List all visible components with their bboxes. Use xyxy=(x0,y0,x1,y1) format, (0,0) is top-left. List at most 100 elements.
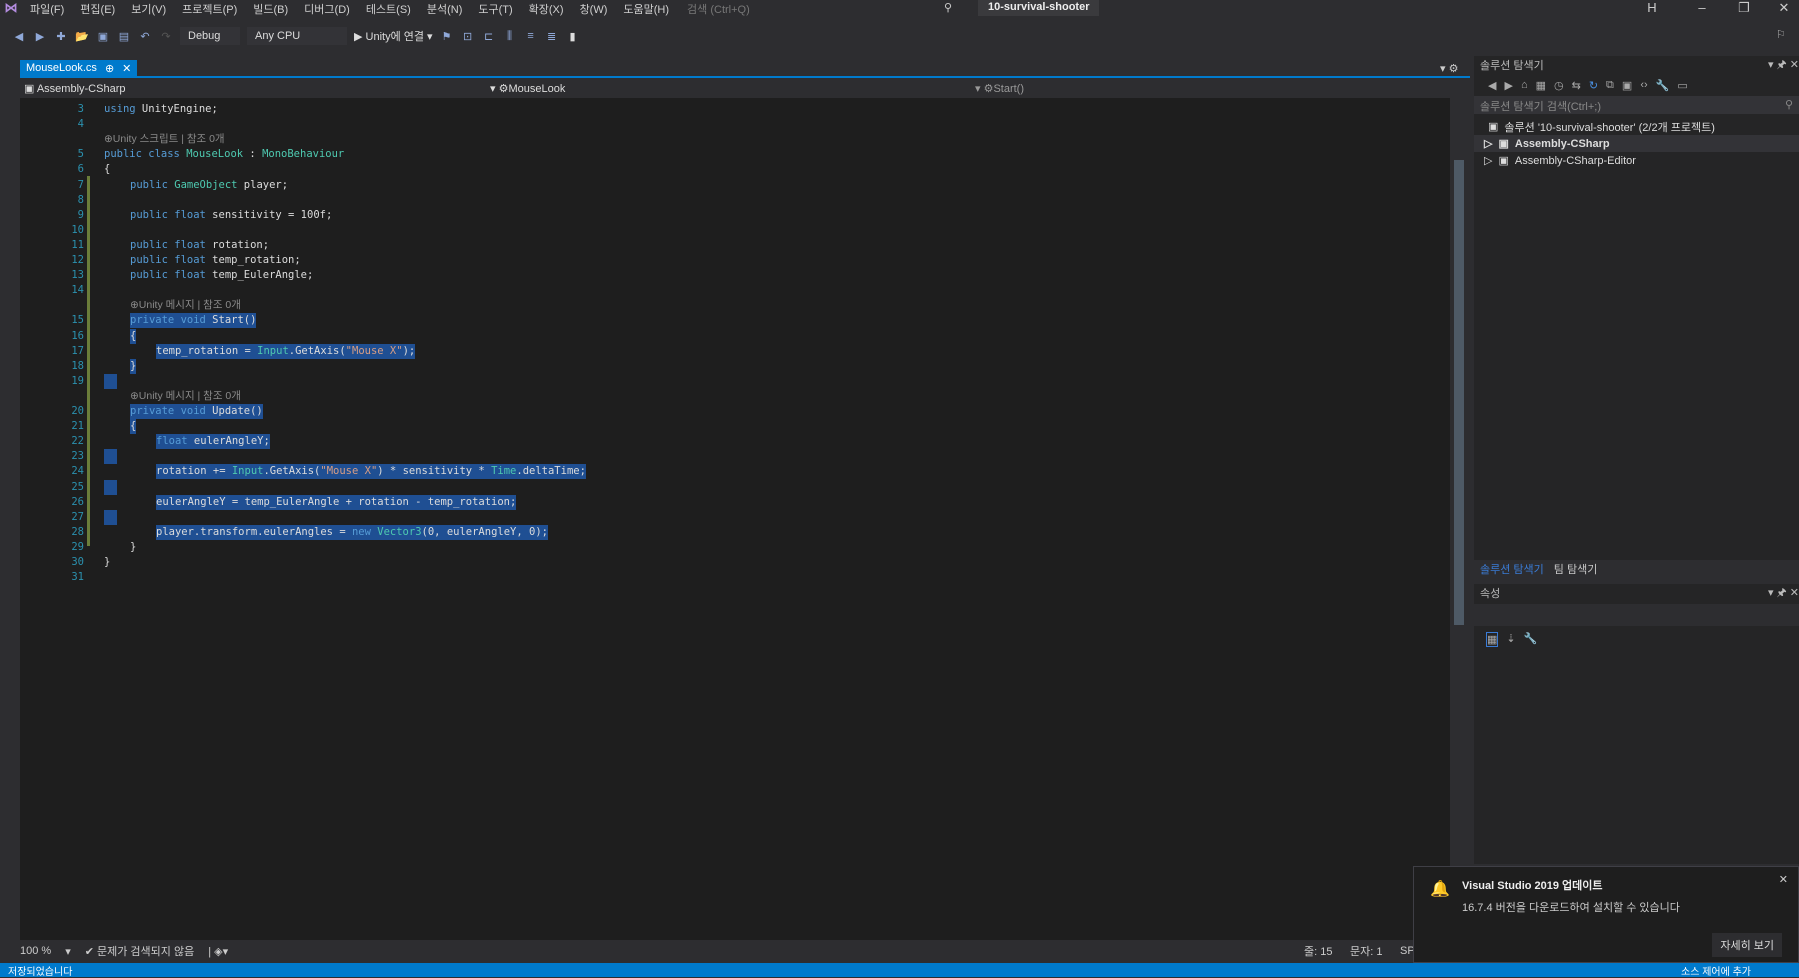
properties-object-select[interactable] xyxy=(1474,604,1799,626)
details-button[interactable]: 자세히 보기 xyxy=(1712,933,1782,957)
close-notification-icon[interactable]: ✕ xyxy=(1779,873,1788,886)
search-icon[interactable]: ⚲ xyxy=(1785,98,1793,111)
menu-test[interactable]: 테스트(S) xyxy=(366,1,411,17)
code-token: ); xyxy=(402,344,416,357)
scrollbar-thumb[interactable] xyxy=(1454,160,1464,625)
class-dropdown[interactable]: ▾ ⚙MouseLook xyxy=(490,82,565,95)
redo-icon[interactable]: ↷ xyxy=(159,30,173,43)
expand-icon[interactable]: ▷ xyxy=(1484,137,1492,150)
toolbar-icon[interactable]: ⚑ xyxy=(440,30,454,43)
refresh-icon[interactable]: ↻ xyxy=(1589,79,1598,92)
menu-tools[interactable]: 도구(T) xyxy=(478,1,512,17)
tree-item-project[interactable]: ▷ ▣ Assembly-CSharp-Editor xyxy=(1474,152,1799,169)
code-token: float xyxy=(156,435,188,448)
menu-extensions[interactable]: 확장(X) xyxy=(529,1,564,17)
status-bar: 저장되었습니다 소스 제어에 추가 xyxy=(0,963,1799,978)
brush-icon[interactable]: | ◈▾ xyxy=(208,945,228,958)
property-pages-icon[interactable]: 🔧 xyxy=(1524,632,1538,647)
uncomment-icon[interactable]: ≣ xyxy=(545,30,559,43)
line-number: 10 xyxy=(71,223,84,236)
codelens[interactable]: ⊕Unity 스크립트 | 참조 0개 xyxy=(20,132,1450,147)
codelens[interactable]: ⊕Unity 메시지 | 참조 0개 xyxy=(20,298,1450,313)
restore-icon[interactable]: ❐ xyxy=(1726,0,1762,16)
menu-help[interactable]: 도움말(H) xyxy=(623,1,669,17)
project-dropdown[interactable]: ▣ Assembly-CSharp xyxy=(24,82,125,95)
forward-icon[interactable]: ▶ xyxy=(33,30,47,43)
new-project-icon[interactable]: ✚ xyxy=(54,30,68,43)
properties-wrench-icon[interactable]: 🔧 xyxy=(1656,79,1670,92)
codelens[interactable]: ⊕Unity 메시지 | 참조 0개 xyxy=(20,389,1450,404)
toolbar-icon[interactable]: ⊏ xyxy=(482,30,496,43)
sync-icon[interactable]: ⇆ xyxy=(1572,79,1581,92)
search-icon[interactable]: ⚲ xyxy=(944,1,952,14)
back-icon[interactable]: ◀ xyxy=(12,30,26,43)
code-icon[interactable]: ‹› xyxy=(1640,79,1647,91)
save-icon[interactable]: ▣ xyxy=(96,30,110,43)
switch-views-icon[interactable]: ▦ xyxy=(1536,79,1546,92)
panel-controls-icon[interactable]: ▾ 🖈 ✕ xyxy=(1768,584,1799,603)
code-editor[interactable]: 3 using UnityEngine; 4 ⊕Unity 스크립트 | 참조 0개 5… xyxy=(20,98,1450,940)
platform-select[interactable]: Any CPU xyxy=(247,27,347,45)
tab-solution-explorer[interactable]: 솔루션 탐색기 xyxy=(1480,561,1544,577)
alphabetical-icon[interactable]: ⇣ xyxy=(1506,632,1515,647)
search-input[interactable]: 검색 (Ctrl+Q) xyxy=(687,1,750,17)
menu-edit[interactable]: 편집(E) xyxy=(80,1,115,17)
pin-icon[interactable]: ⊕ xyxy=(105,62,114,75)
toolbar-icon[interactable]: ⫼ xyxy=(503,30,517,43)
code-line: 24 rotation += Input.GetAxis("Mouse X") *… xyxy=(20,464,1450,480)
menu-file[interactable]: 파일(F) xyxy=(30,1,64,17)
issues-indicator[interactable]: ✔ 문제가 검색되지 않음 xyxy=(85,943,194,959)
user-avatar[interactable]: H xyxy=(1634,0,1670,15)
zoom-level[interactable]: 100 % xyxy=(20,945,51,957)
back-icon[interactable]: ◀ xyxy=(1488,79,1496,92)
close-tab-icon[interactable]: ✕ xyxy=(122,62,131,75)
collapse-icon[interactable]: ⧉ xyxy=(1606,79,1614,92)
configuration-select[interactable]: Debug xyxy=(180,27,240,45)
preview-icon[interactable]: ▭ xyxy=(1677,79,1687,92)
toolbar-icon[interactable]: ⊡ xyxy=(461,30,475,43)
left-dock-tabs[interactable] xyxy=(0,56,14,916)
home-icon[interactable]: ⌂ xyxy=(1521,79,1528,91)
menu-view[interactable]: 보기(V) xyxy=(131,1,166,17)
undo-icon[interactable]: ↶ xyxy=(138,30,152,43)
solution-search-input[interactable]: 솔루션 탐색기 검색(Ctrl+;) ⚲ xyxy=(1474,96,1799,114)
menu-window[interactable]: 창(W) xyxy=(580,1,608,17)
code-text: rotation += Input.GetAxis("Mouse X") * s… xyxy=(156,464,586,480)
code-line: 9 public float sensitivity = 100f; xyxy=(20,208,1450,223)
solution-tree: ▣ 솔루션 '10-survival-shooter' (2/2개 프로젝트) ▷… xyxy=(1474,114,1799,169)
minimize-icon[interactable]: – xyxy=(1684,0,1720,15)
tree-item-project[interactable]: ▷ ▣ Assembly-CSharp xyxy=(1474,135,1799,152)
add-to-source-control[interactable]: 소스 제어에 추가 xyxy=(1681,963,1751,978)
line-number: 30 xyxy=(71,556,84,568)
close-window-icon[interactable]: ✕ xyxy=(1766,0,1799,16)
menu-analyze[interactable]: 분석(N) xyxy=(427,1,463,17)
forward-icon[interactable]: ▶ xyxy=(1504,79,1512,92)
line-number: 28 xyxy=(71,525,84,538)
menu-project[interactable]: 프로젝트(P) xyxy=(182,1,237,17)
code-line: 15 private void Start() xyxy=(20,313,1450,329)
run-button[interactable]: ▶ Unity에 연결 ▾ xyxy=(354,28,433,44)
project-name: Assembly-CSharp xyxy=(36,83,126,95)
categorized-icon[interactable]: ▦ xyxy=(1486,632,1499,647)
panel-controls-icon[interactable]: ▾ 🖈 ✕ xyxy=(1768,56,1799,75)
tab-dropdown-icon[interactable]: ▾ ⚙ xyxy=(1440,62,1458,75)
save-all-icon[interactable]: ▤ xyxy=(117,30,131,43)
code-token: public float xyxy=(130,269,206,282)
comment-icon[interactable]: ≡ xyxy=(524,30,538,42)
expand-icon[interactable]: ▷ xyxy=(1484,154,1492,167)
bookmark-icon[interactable]: ▮ xyxy=(566,30,580,43)
menu-debug[interactable]: 디버그(D) xyxy=(304,1,350,17)
tab-mouselook[interactable]: MouseLook.cs ⊕ ✕ xyxy=(20,60,138,76)
feedback-icon[interactable]: ⚐ xyxy=(1776,28,1786,41)
member-dropdown[interactable]: ▾ ⚙Start() xyxy=(975,82,1024,95)
pending-changes-icon[interactable]: ◷ xyxy=(1554,79,1564,92)
open-icon[interactable]: 📂 xyxy=(75,30,89,43)
line-number: 13 xyxy=(71,269,84,282)
menu-build[interactable]: 빌드(B) xyxy=(253,1,288,17)
code-line: 16 { xyxy=(20,328,1450,344)
tab-team-explorer[interactable]: 팀 탐색기 xyxy=(1554,561,1598,577)
tree-item-solution[interactable]: ▣ 솔루션 '10-survival-shooter' (2/2개 프로젝트) xyxy=(1474,118,1799,135)
code-token: public float xyxy=(130,254,206,266)
show-all-icon[interactable]: ▣ xyxy=(1622,79,1632,92)
panel-title: 솔루션 탐색기 xyxy=(1480,60,1544,72)
